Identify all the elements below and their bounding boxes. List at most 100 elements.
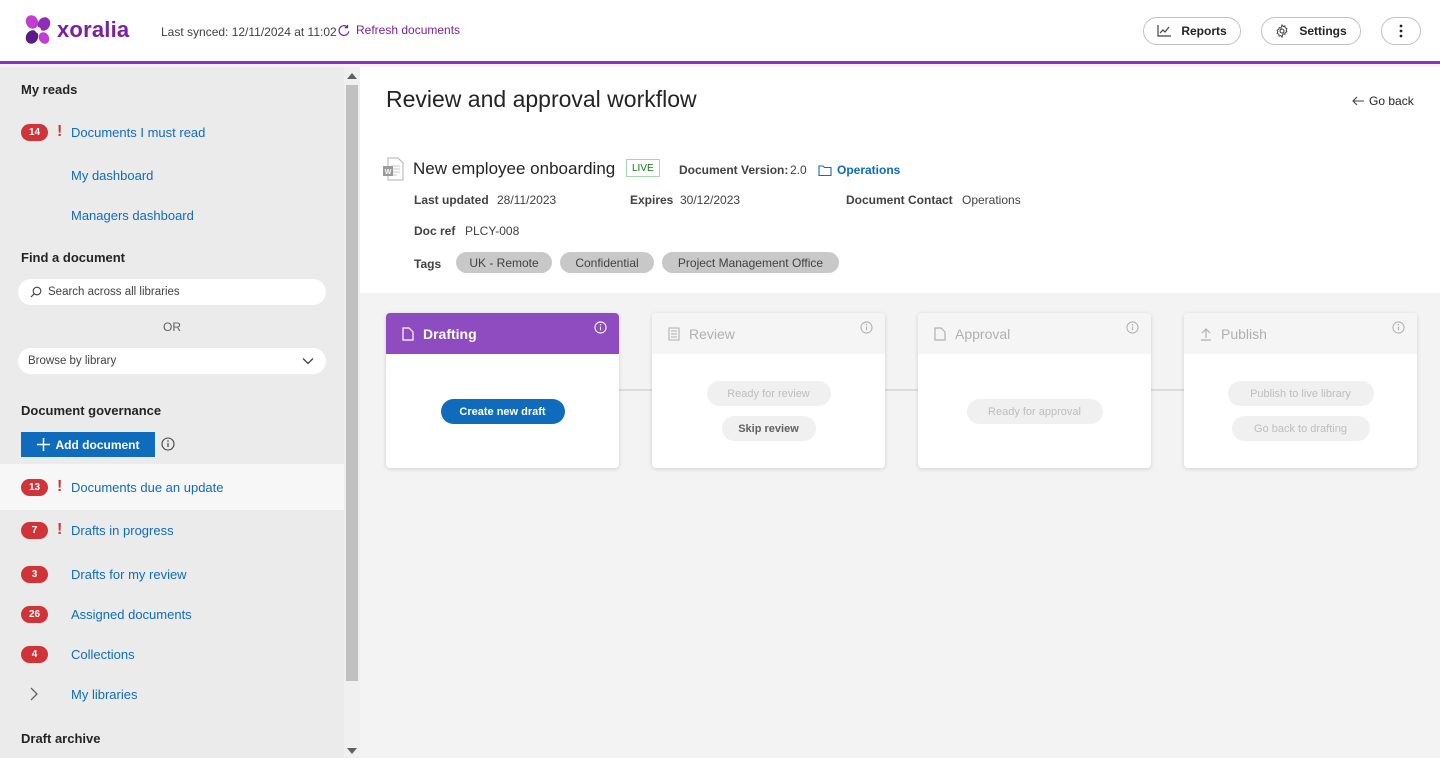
sidebar-item-collections[interactable]: 4 Collections — [0, 634, 344, 674]
logo-text: xoralia — [57, 17, 130, 42]
refresh-icon — [338, 24, 350, 36]
stage-header-publish: Publish — [1184, 313, 1417, 354]
browse-library-dropdown[interactable]: Browse by library — [18, 348, 326, 374]
sidebar-item-my-libraries[interactable]: My libraries — [0, 674, 344, 714]
tag-chip: Confidential — [560, 252, 654, 273]
version-value: 2.0 — [790, 163, 807, 177]
go-back-to-drafting-button[interactable]: Go back to drafting — [1231, 416, 1370, 441]
chart-line-icon — [1157, 25, 1172, 37]
go-back-label: Go back — [1369, 94, 1414, 108]
sidebar-item-label: Drafts for my review — [71, 566, 187, 582]
library-link-label: Operations — [837, 163, 901, 177]
stage-title: Approval — [955, 325, 1011, 342]
sidebar-item-documents-must-read[interactable]: 14 ! Documents I must read — [0, 112, 344, 152]
library-link-operations[interactable]: Operations — [818, 163, 900, 177]
refresh-documents-link[interactable]: Refresh documents — [337, 23, 460, 37]
collections-count-badge: 4 — [21, 645, 48, 663]
document-icon — [934, 326, 946, 341]
sidebar-item-label: Managers dashboard — [71, 207, 194, 223]
sidebar-item-drafts-in-progress[interactable]: 7 ! Drafts in progress — [0, 510, 344, 550]
info-icon[interactable] — [1392, 321, 1405, 334]
refresh-label: Refresh documents — [356, 23, 461, 37]
stage-card-publish: Publish Publish to live library Go back … — [1184, 313, 1417, 468]
drafts-progress-count-badge: 7 — [21, 521, 48, 539]
more-options-button[interactable] — [1381, 17, 1421, 45]
document-header-panel: Review and approval workflow Go back W N… — [360, 67, 1440, 293]
scroll-down-arrow-icon[interactable] — [347, 748, 357, 754]
workflow-connector — [1150, 389, 1184, 391]
settings-button[interactable]: Settings — [1261, 17, 1361, 45]
document-name: New employee onboarding — [413, 159, 616, 178]
main-content: Review and approval workflow Go back W N… — [360, 67, 1440, 758]
sidebar-item-label: My dashboard — [71, 167, 154, 183]
gear-icon — [1276, 24, 1288, 38]
sidebar-item-drafts-for-review[interactable]: 3 Drafts for my review — [0, 554, 344, 594]
expires-value: 30/12/2023 — [680, 193, 741, 207]
must-read-count-badge: 14 — [21, 123, 48, 141]
version-label: Document Version: — [679, 163, 789, 177]
sidebar-item-label: Assigned documents — [71, 606, 192, 622]
drafts-review-count-badge: 3 — [21, 565, 48, 583]
sidebar-item-assigned-documents[interactable]: 26 Assigned documents — [0, 594, 344, 634]
browse-label: Browse by library — [28, 355, 117, 367]
ready-for-approval-button[interactable]: Ready for approval — [966, 399, 1103, 424]
expires-label: Expires — [630, 193, 674, 207]
document-contact-value: Operations — [962, 193, 1021, 207]
add-document-label: Add document — [55, 437, 140, 452]
stage-title: Drafting — [423, 325, 477, 342]
chevron-right-icon[interactable] — [30, 687, 38, 701]
more-vertical-icon — [1399, 24, 1403, 38]
workflow-connector — [884, 389, 918, 391]
search-icon — [30, 286, 42, 298]
sidebar-item-documents-due-update[interactable]: 13 ! Documents due an update — [0, 464, 344, 510]
alert-icon: ! — [57, 478, 63, 495]
skip-review-button[interactable]: Skip review — [721, 416, 816, 441]
sidebar-item-label: Documents due an update — [71, 479, 224, 495]
my-reads-heading: My reads — [21, 82, 78, 97]
sidebar-item-my-dashboard[interactable]: My dashboard — [0, 155, 344, 195]
search-input[interactable]: Search across all libraries — [18, 279, 326, 305]
workflow-connector — [618, 389, 652, 391]
xoralia-logo[interactable]: xoralia — [24, 14, 129, 46]
create-new-draft-button[interactable]: Create new draft — [440, 399, 565, 424]
scrollbar-thumb[interactable] — [346, 85, 358, 681]
last-synced-text: Last synced: 12/11/2024 at 11:02 — [161, 25, 337, 39]
due-update-count-badge: 13 — [21, 478, 48, 496]
info-icon[interactable] — [1126, 321, 1139, 334]
word-document-icon: W — [383, 157, 404, 181]
last-updated-label: Last updated — [414, 193, 489, 207]
live-status-badge: LIVE — [626, 159, 660, 177]
sidebar-item-managers-dashboard[interactable]: Managers dashboard — [0, 195, 344, 235]
sidebar-item-label: Drafts in progress — [71, 522, 174, 538]
publish-to-live-library-button[interactable]: Publish to live library — [1227, 381, 1374, 406]
doc-ref-value: PLCY-008 — [465, 224, 520, 238]
or-divider: OR — [163, 320, 181, 334]
document-governance-heading: Document governance — [21, 403, 162, 418]
info-icon[interactable] — [860, 321, 873, 334]
top-bar: xoralia Last synced: 12/11/2024 at 11:02… — [0, 0, 1440, 64]
stage-card-approval: Approval Ready for approval — [918, 313, 1151, 468]
folder-icon — [818, 164, 832, 176]
logo-mark-icon — [25, 15, 51, 44]
tag-chip: UK - Remote — [456, 252, 552, 273]
stage-header-drafting: Drafting — [386, 313, 619, 354]
document-lines-icon — [668, 326, 680, 341]
assigned-count-badge: 26 — [21, 605, 48, 623]
reports-label: Reports — [1181, 24, 1227, 38]
document-icon — [402, 326, 414, 341]
info-icon[interactable] — [594, 321, 607, 334]
reports-button[interactable]: Reports — [1143, 17, 1241, 45]
stage-header-approval: Approval — [918, 313, 1151, 354]
info-icon[interactable] — [161, 437, 175, 451]
go-back-link[interactable]: Go back — [1352, 94, 1414, 108]
page-title: Review and approval workflow — [386, 86, 697, 112]
add-document-button[interactable]: Add document — [21, 432, 155, 457]
sidebar-scrollbar[interactable] — [344, 67, 360, 758]
sidebar-item-label: Collections — [71, 646, 135, 662]
scroll-up-arrow-icon[interactable] — [347, 73, 357, 79]
ready-for-review-button[interactable]: Ready for review — [706, 381, 831, 406]
alert-icon: ! — [57, 521, 63, 538]
tags-label: Tags — [414, 257, 442, 271]
plus-icon — [36, 438, 50, 451]
alert-icon: ! — [57, 123, 63, 140]
